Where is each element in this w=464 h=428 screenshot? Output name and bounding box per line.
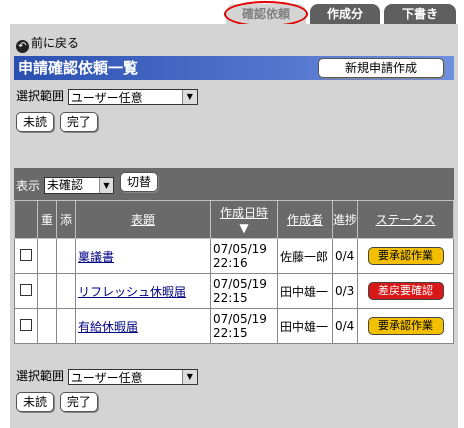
scope-select[interactable]: ユーザー任意 ▼ — [67, 88, 198, 105]
page-title-bar: 申請確認依頼一覧 新規申請作成 — [14, 56, 454, 80]
created-cell: 07/05/19 22:15 — [210, 308, 278, 344]
sort-desc-icon: ▼ — [239, 221, 249, 235]
created-cell: 07/05/19 22:16 — [210, 238, 278, 274]
tab-label: 確認依頼 — [241, 7, 290, 21]
row-checkbox-cell — [14, 273, 38, 309]
subject-link[interactable]: 有給休暇届 — [78, 320, 138, 334]
table-row: 有給休暇届 07/05/19 22:15 田中雄一 0/4 要承認作業 — [14, 308, 454, 344]
done-button[interactable]: 完了 — [59, 112, 98, 132]
subject-cell: 有給休暇届 — [75, 308, 211, 344]
back-label: 前に戻る — [31, 36, 80, 50]
created-cell: 07/05/19 22:15 — [210, 273, 278, 309]
display-select[interactable]: 未確認 ▼ — [44, 177, 114, 194]
page-title: 申請確認依頼一覧 — [18, 59, 139, 77]
heavy-cell — [37, 308, 57, 344]
scope-select-value: ユーザー任意 — [70, 370, 143, 385]
chevron-down-icon: ▼ — [181, 89, 197, 104]
created-time: 22:15 — [213, 291, 248, 305]
chevron-down-icon: ▼ — [99, 178, 113, 193]
author-cell: 田中雄一 — [277, 273, 333, 309]
scope-select[interactable]: ユーザー任意 ▼ — [67, 368, 198, 385]
display-select-value: 未確認 — [47, 178, 84, 192]
progress-cell: 0/4 — [332, 308, 358, 344]
attach-cell — [56, 273, 76, 309]
scope-label: 選択範囲 — [16, 369, 65, 383]
main-panel: ↶ 前に戻る 申請確認依頼一覧 新規申請作成 選択範囲 ユーザー任意 ▼ 未読 完了… — [10, 24, 458, 428]
sort-status-link[interactable]: ステータス — [375, 213, 435, 227]
author-cell: 佐藤一郎 — [277, 238, 333, 274]
tab-confirm-requests[interactable]: 確認依頼 — [224, 1, 308, 27]
scope-row-top: 選択範囲 ユーザー任意 ▼ — [16, 86, 198, 106]
created-time: 22:16 — [213, 256, 248, 270]
col-heavy: 重 — [37, 200, 57, 239]
subject-cell: 稟議書 — [75, 238, 211, 274]
display-label: 表示 — [16, 179, 41, 193]
row-checkbox-cell — [14, 308, 38, 344]
col-attach: 添 — [56, 200, 76, 239]
action-buttons-top: 未読 完了 — [16, 112, 100, 132]
row-checkbox[interactable] — [20, 248, 32, 261]
col-created[interactable]: 作成日時 ▼ — [210, 200, 278, 239]
new-request-button[interactable]: 新規申請作成 — [318, 58, 444, 78]
list-toolbar: 表示 未確認 ▼ 切替 — [14, 168, 454, 200]
status-badge[interactable]: 差戻要確認 — [367, 282, 444, 300]
tab-label: 下書き — [401, 7, 438, 21]
sort-created-link[interactable]: 作成日時 — [220, 206, 268, 220]
attach-cell — [56, 308, 76, 344]
sort-subject-link[interactable]: 表題 — [131, 213, 155, 227]
status-cell: 要承認作業 — [357, 308, 454, 344]
scope-row-bottom: 選択範囲 ユーザー任意 ▼ — [16, 366, 198, 386]
tab-created[interactable]: 作成分 — [310, 4, 380, 24]
unread-button[interactable]: 未読 — [16, 392, 55, 412]
table-row: リフレッシュ休暇届 07/05/19 22:15 田中雄一 0/3 差戻要確認 — [14, 273, 454, 309]
request-table: 重 添 表題 作成日時 ▼ 作成者 進捗 ステータス 稟議書 07/05/19 22… — [14, 200, 454, 344]
col-subject[interactable]: 表題 — [75, 200, 211, 239]
subject-link[interactable]: 稟議書 — [78, 250, 114, 264]
col-checkbox — [14, 200, 38, 239]
status-badge[interactable]: 要承認作業 — [367, 247, 444, 265]
created-date: 07/05/19 — [213, 242, 267, 256]
col-author[interactable]: 作成者 — [277, 200, 333, 239]
done-button[interactable]: 完了 — [59, 392, 98, 412]
sort-author-link[interactable]: 作成者 — [287, 213, 323, 227]
status-badge[interactable]: 要承認作業 — [367, 317, 444, 335]
col-progress: 進捗 — [332, 200, 358, 239]
progress-cell: 0/3 — [332, 273, 358, 309]
col-status[interactable]: ステータス — [357, 200, 454, 239]
tab-label: 作成分 — [326, 7, 363, 21]
table-row: 稟議書 07/05/19 22:16 佐藤一郎 0/4 要承認作業 — [14, 238, 454, 274]
subject-link[interactable]: リフレッシュ休暇届 — [78, 285, 186, 299]
back-arrow-icon: ↶ — [16, 40, 29, 53]
heavy-cell — [37, 273, 57, 309]
row-checkbox[interactable] — [20, 283, 32, 296]
unread-button[interactable]: 未読 — [16, 112, 55, 132]
chevron-down-icon: ▼ — [181, 369, 197, 384]
created-date: 07/05/19 — [213, 312, 267, 326]
row-checkbox-cell — [14, 238, 38, 274]
switch-button[interactable]: 切替 — [120, 172, 159, 192]
status-cell: 差戻要確認 — [357, 273, 454, 309]
tab-drafts[interactable]: 下書き — [384, 4, 456, 24]
author-cell: 田中雄一 — [277, 308, 333, 344]
row-checkbox[interactable] — [20, 318, 32, 331]
back-link[interactable]: ↶ 前に戻る — [16, 35, 80, 53]
status-cell: 要承認作業 — [357, 238, 454, 274]
subject-cell: リフレッシュ休暇届 — [75, 273, 211, 309]
heavy-cell — [37, 238, 57, 274]
created-time: 22:15 — [213, 326, 248, 340]
progress-cell: 0/4 — [332, 238, 358, 274]
scope-select-value: ユーザー任意 — [70, 90, 143, 105]
attach-cell — [56, 238, 76, 274]
scope-label: 選択範囲 — [16, 89, 65, 103]
action-buttons-bottom: 未読 完了 — [16, 392, 100, 412]
created-date: 07/05/19 — [213, 277, 267, 291]
